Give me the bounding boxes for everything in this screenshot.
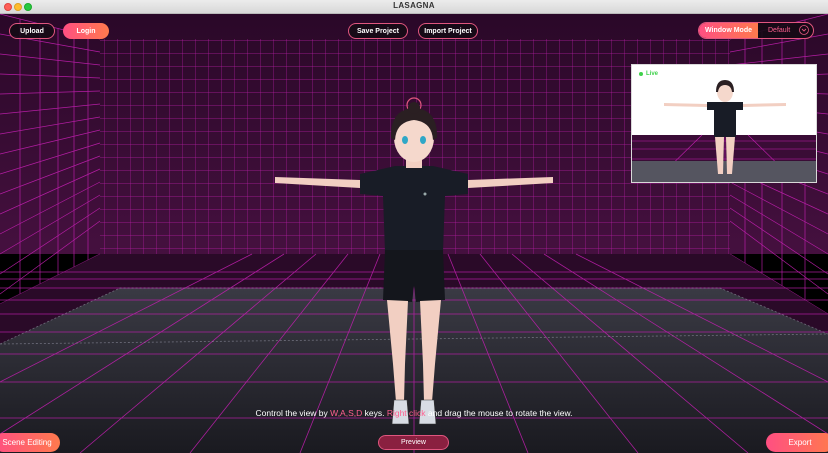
hint-text-2: keys.	[362, 408, 387, 418]
live-label: Live	[646, 71, 659, 77]
window-mode-label: Window Mode	[699, 23, 758, 38]
save-project-button[interactable]: Save Project	[348, 23, 408, 39]
hint-text-3: and drag the mouse to rotate the view.	[425, 408, 573, 418]
live-indicator: Live	[639, 71, 658, 77]
live-preview-render	[632, 65, 816, 182]
window-mode-selector[interactable]: Window Mode Default	[698, 22, 814, 39]
window-mode-dropdown[interactable]: Default	[758, 23, 813, 38]
preview-button[interactable]: Preview	[378, 435, 449, 450]
controls-hint: Control the view by W,A,S,D keys. Right …	[0, 408, 828, 418]
export-button[interactable]: Export	[766, 433, 828, 452]
window-mode-value: Default	[768, 27, 791, 34]
live-dot-icon	[639, 72, 643, 76]
import-project-button[interactable]: Import Project	[418, 23, 478, 39]
hint-keys: W,A,S,D	[330, 408, 363, 418]
app-title: LASAGNA	[393, 1, 435, 10]
scene-editing-button[interactable]: Scene Editing	[0, 433, 60, 452]
hint-text-1: Control the view by	[255, 408, 331, 418]
hint-mouse: Right click	[386, 408, 426, 418]
chevron-down-icon	[799, 25, 809, 35]
login-button[interactable]: Login	[63, 23, 109, 39]
scene-viewport[interactable]: Upload Login Save Project Import Project…	[0, 14, 828, 453]
live-preview-window[interactable]: Live	[631, 64, 817, 183]
upload-button[interactable]: Upload	[9, 23, 55, 39]
title-bar: LASAGNA	[0, 0, 828, 14]
